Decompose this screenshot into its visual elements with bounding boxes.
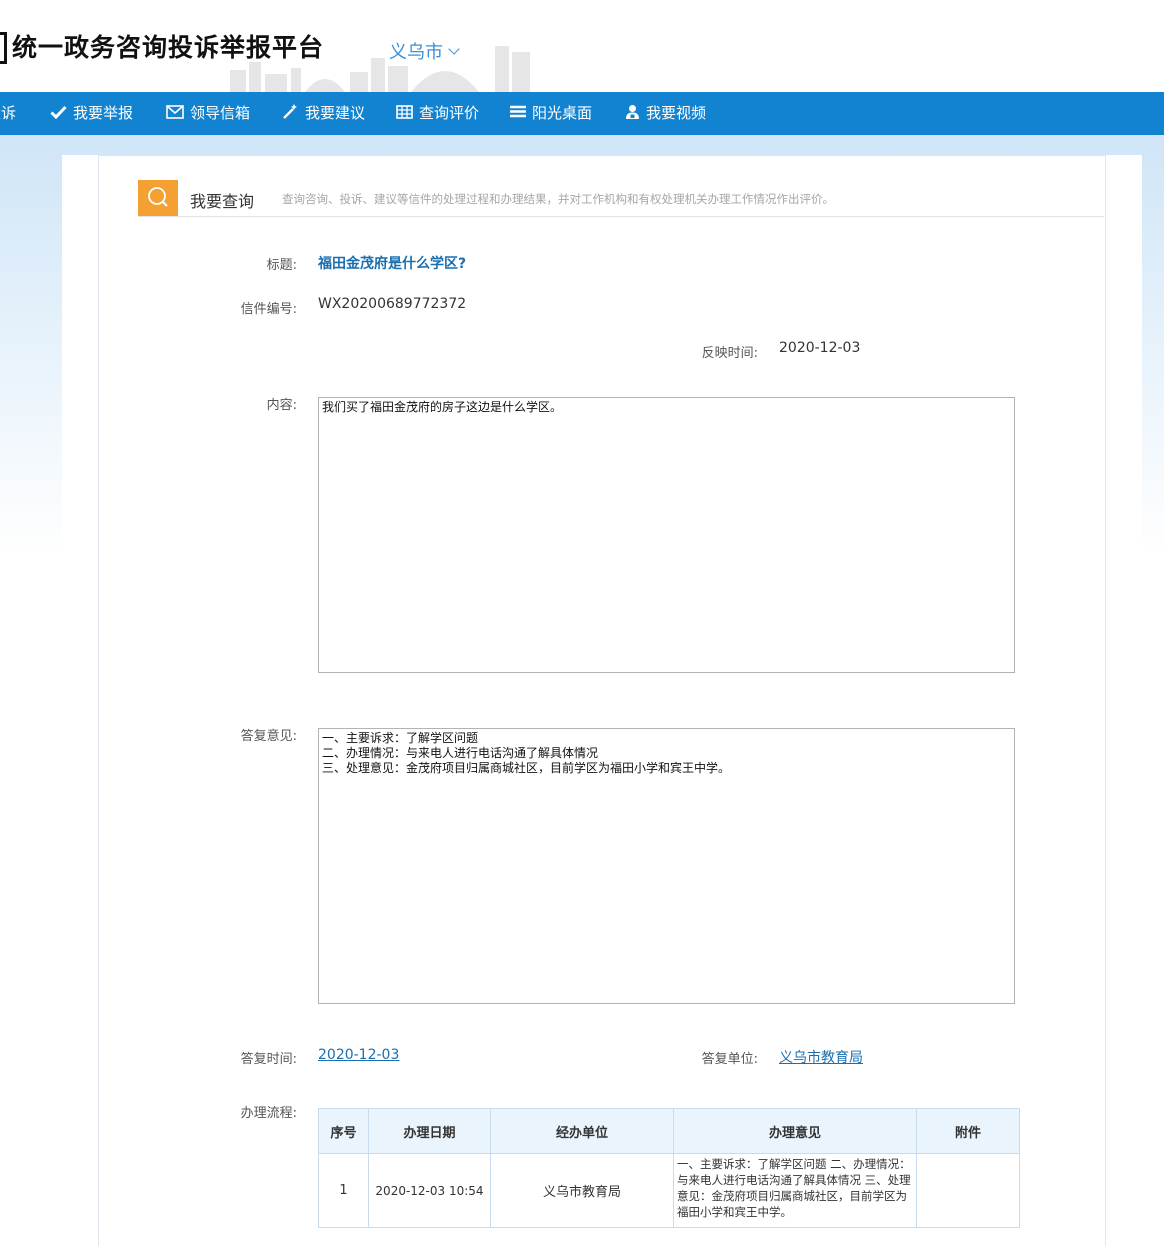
reply-unit-link[interactable]: 义乌市教育局 — [779, 1047, 863, 1067]
city-name: 义乌市 — [389, 42, 443, 63]
site-header: 统一政务咨询投诉举报平台 义乌市 — [0, 0, 1164, 92]
col-header-date: 办理日期 — [368, 1108, 491, 1154]
cell-date: 2020-12-03 10:54 — [368, 1153, 491, 1228]
chevron-down-icon — [448, 43, 460, 55]
title-label: 标题: — [266, 258, 297, 273]
nav-item-label: 查询评价 — [419, 104, 480, 122]
nav-item-complaint[interactable]: 投诉 — [0, 92, 16, 135]
table-row: 1 2020-12-03 10:54 义乌市教育局 一、主要诉求：了解学区问题 … — [318, 1153, 1020, 1228]
content-label: 内容: — [266, 398, 297, 413]
process-table: 序号 办理日期 经办单位 办理意见 附件 1 2020-12-03 10:54 … — [318, 1108, 1020, 1228]
nav-item-label: 阳光桌面 — [532, 104, 593, 122]
letter-number: WX20200689772372 — [318, 296, 467, 312]
nav-item-video[interactable]: 我要视频 — [625, 92, 706, 135]
nav-item-label: 投诉 — [0, 104, 17, 122]
nav-item-label: 我要视频 — [646, 104, 707, 122]
cell-attachment — [916, 1153, 1020, 1228]
section-title: 我要查询 — [190, 192, 255, 211]
content-textarea[interactable]: 我们买了福田金茂府的房子这边是什么学区。 — [318, 397, 1015, 673]
mail-icon — [166, 104, 184, 119]
nav-item-suggestion[interactable]: 我要建议 — [282, 92, 365, 135]
check-icon — [50, 105, 67, 119]
search-icon — [138, 180, 178, 216]
nav-item-report[interactable]: 我要举报 — [50, 92, 133, 135]
letter-title: 福田金茂府是什么学区? — [318, 256, 467, 272]
nav-item-query[interactable]: 查询评价 — [396, 92, 479, 135]
section-description: 查询咨询、投诉、建议等信件的处理过程和办理结果，并对工作机构和有权处理机关办理工… — [282, 192, 834, 206]
nav-item-label: 我要建议 — [305, 104, 366, 122]
nav-item-label: 领导信箱 — [190, 104, 251, 122]
reply-textarea[interactable]: 一、主要诉求：了解学区问题 二、办理情况：与来电人进行电话沟通了解具体情况 三、… — [318, 728, 1015, 1004]
list-icon — [510, 105, 526, 118]
reply-label: 答复意见: — [240, 729, 297, 744]
user-lock-icon — [626, 104, 639, 119]
city-selector[interactable]: 义乌市 — [389, 38, 460, 64]
section-header: 我要查询 查询咨询、投诉、建议等信件的处理过程和办理结果，并对工作机构和有权处理… — [138, 180, 1104, 217]
letter-number-label: 信件编号: — [240, 302, 297, 317]
nav-item-sunshine-desk[interactable]: 阳光桌面 — [510, 92, 592, 135]
col-header-no: 序号 — [318, 1108, 369, 1154]
submit-time: 2020-12-03 — [779, 340, 861, 356]
cell-unit: 义乌市教育局 — [490, 1153, 674, 1228]
process-label: 办理流程: — [240, 1106, 297, 1121]
main-nav: 投诉 我要举报 领导信箱 我要建议 查询评价 阳光桌面 我要视频 — [0, 92, 1164, 135]
table-icon — [396, 104, 413, 119]
wand-icon — [283, 104, 297, 119]
reply-time-label: 答复时间: — [240, 1052, 297, 1067]
reply-time-link[interactable]: 2020-12-03 — [318, 1047, 399, 1063]
submit-time-label: 反映时间: — [701, 346, 758, 361]
nav-item-leader-mailbox[interactable]: 领导信箱 — [166, 92, 250, 135]
cell-no: 1 — [318, 1153, 369, 1228]
content-panel — [98, 155, 1106, 1246]
col-header-attachment: 附件 — [916, 1108, 1020, 1154]
col-header-opinion: 办理意见 — [673, 1108, 917, 1154]
nav-item-label: 我要举报 — [73, 104, 134, 122]
site-title: 统一政务咨询投诉举报平台 — [12, 33, 325, 62]
logo-icon — [0, 32, 7, 64]
reply-unit-label: 答复单位: — [701, 1052, 758, 1067]
table-header-row: 序号 办理日期 经办单位 办理意见 附件 — [318, 1108, 1020, 1154]
cell-opinion: 一、主要诉求：了解学区问题 二、办理情况：与来电人进行电话沟通了解具体情况 三、… — [673, 1153, 917, 1228]
col-header-unit: 经办单位 — [490, 1108, 674, 1154]
